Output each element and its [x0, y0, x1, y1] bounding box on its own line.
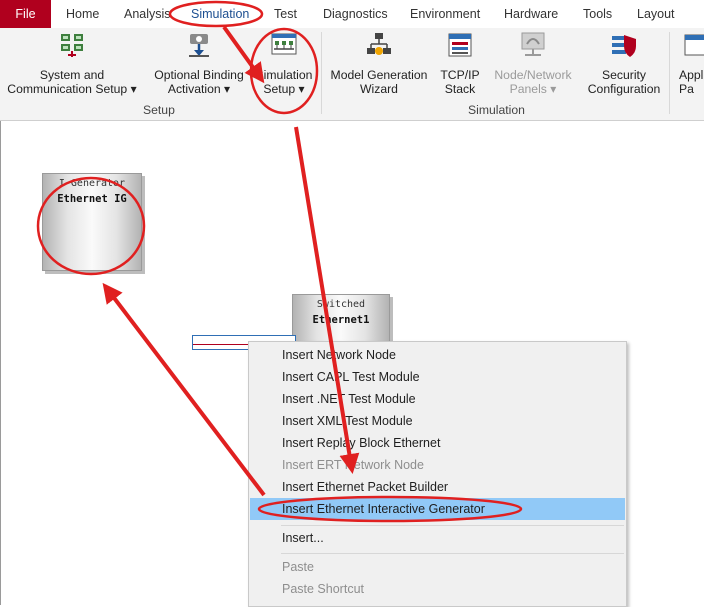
group-label-simulation: Simulation [468, 103, 525, 117]
tab-test[interactable]: Test [274, 0, 297, 28]
button-label-line1: Model Generation [330, 68, 428, 82]
context-menu: Insert Network Node Insert CAPL Test Mod… [248, 341, 627, 607]
model-generation-wizard-button[interactable]: Model Generation Wizard [328, 28, 430, 102]
node-type-label: I-Generator [58, 178, 126, 189]
menu-item-insert-capl-test-module[interactable]: Insert CAPL Test Module [250, 366, 625, 388]
button-label-line2: Panels ▾ [509, 82, 557, 96]
security-shield-icon [612, 35, 636, 57]
ribbon-panel: System and Communication Setup ▾ Optional… [0, 28, 704, 121]
node-name-label: Ethernet IG [57, 193, 127, 205]
tcpip-stack-button[interactable]: TCP/IP Stack [436, 28, 484, 102]
ethernet-ig-node[interactable]: I-Generator Ethernet IG [42, 173, 142, 271]
menu-item-paste-shortcut[interactable]: Paste Shortcut [250, 578, 625, 600]
ribbon-tab-bar: File Home Analysis Simulation Test Diagn… [0, 0, 704, 28]
canvas-left-border [0, 121, 1, 605]
button-label-line2: Communication Setup ▾ [7, 82, 137, 96]
button-label-line1: Simulation [255, 68, 313, 82]
button-label-line1: Node/Network [494, 68, 572, 82]
menu-item-insert-network-node[interactable]: Insert Network Node [250, 344, 625, 366]
tab-file[interactable]: File [0, 0, 51, 28]
simulation-setup-icon [271, 33, 297, 55]
tcpip-stack-icon [448, 33, 472, 57]
network-setup-icon [61, 34, 83, 57]
button-label-line2: Configuration [587, 82, 661, 96]
button-label-line1: Optional Binding [154, 68, 244, 82]
node-type-label: Switched [316, 299, 366, 310]
download-binding-icon [189, 34, 209, 57]
menu-item-insert-net-test-module[interactable]: Insert .NET Test Module [250, 388, 625, 410]
menu-item-insert-ert-network-node[interactable]: Insert ERT Network Node [250, 454, 625, 476]
ribbon-group-divider [321, 32, 322, 114]
button-label-line2: Setup ▾ [263, 82, 305, 96]
tab-tools[interactable]: Tools [583, 0, 612, 28]
button-label-line1: Appl [679, 68, 704, 82]
bus-connection [193, 344, 253, 345]
button-label-line1: Security [601, 68, 647, 82]
menu-separator [281, 553, 624, 554]
tab-environment[interactable]: Environment [410, 0, 480, 28]
button-label-line2: Pa [679, 82, 694, 96]
simulation-setup-button[interactable]: Simulation Setup ▾ [252, 28, 316, 102]
tab-hardware[interactable]: Hardware [504, 0, 558, 28]
optional-binding-activation-button[interactable]: Optional Binding Activation ▾ [152, 28, 246, 102]
menu-item-insert-ethernet-packet-builder[interactable]: Insert Ethernet Packet Builder [250, 476, 625, 498]
application-button[interactable]: Appl Pa [672, 28, 704, 102]
node-network-panels-button[interactable]: Node/Network Panels ▾ [490, 28, 576, 102]
button-label-line1: System and [39, 68, 105, 82]
menu-item-paste[interactable]: Paste [250, 556, 625, 578]
switched-ethernet1-node[interactable]: Switched Ethernet1 [292, 294, 390, 346]
application-icon [684, 34, 704, 56]
tab-layout[interactable]: Layout [637, 0, 675, 28]
model-wizard-icon [367, 33, 391, 55]
menu-item-insert-xml-test-module[interactable]: Insert XML Test Module [250, 410, 625, 432]
button-label-line2: Activation ▾ [167, 82, 231, 96]
menu-separator [281, 525, 624, 526]
tab-diagnostics[interactable]: Diagnostics [323, 0, 388, 28]
ribbon-group-divider [669, 32, 670, 114]
tab-home[interactable]: Home [66, 0, 99, 28]
button-label-line1: TCP/IP [440, 68, 480, 82]
group-label-setup: Setup [143, 103, 175, 117]
node-name-label: Ethernet1 [312, 314, 370, 326]
button-label-line2: Stack [444, 82, 476, 96]
tab-analysis[interactable]: Analysis [124, 0, 171, 28]
menu-item-insert-replay-block-ethernet[interactable]: Insert Replay Block Ethernet [250, 432, 625, 454]
tab-simulation[interactable]: Simulation [191, 0, 249, 28]
menu-item-insert-ethernet-interactive-generator[interactable]: Insert Ethernet Interactive Generator [250, 498, 625, 520]
system-communication-setup-button[interactable]: System and Communication Setup ▾ [4, 28, 140, 102]
security-configuration-button[interactable]: Security Configuration [582, 28, 666, 102]
button-label-line2: Wizard [360, 82, 398, 96]
menu-item-insert-more[interactable]: Insert... [250, 527, 625, 549]
node-panels-icon [521, 32, 545, 56]
